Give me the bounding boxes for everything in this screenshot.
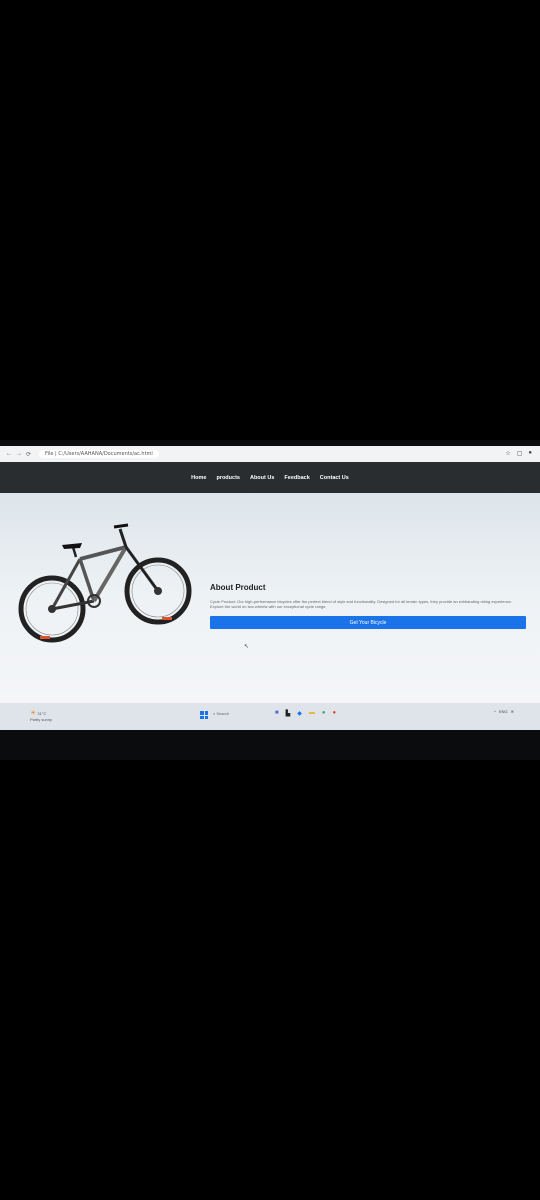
nav-products[interactable]: products <box>216 475 240 481</box>
nav-contact-us[interactable]: Contact Us <box>320 475 349 481</box>
windows-start-icon[interactable] <box>200 711 208 719</box>
weather-desc: Partly sunny <box>30 717 53 722</box>
windows-taskbar: ☀ 31°C Partly sunny ⌕ Search ■ ▙ ◆ ▬ ● ●… <box>0 703 540 730</box>
browser-icons: ☆ ▢ ● <box>505 450 532 457</box>
back-icon[interactable]: ← <box>6 451 12 458</box>
reload-icon[interactable]: ⟳ <box>26 451 31 458</box>
folder-icon[interactable]: ▬ <box>309 710 315 717</box>
tray-lang[interactable]: ENG <box>499 709 508 714</box>
sun-icon: ☀ <box>30 710 37 717</box>
get-your-bicycle-button[interactable]: Get Your Bicycle <box>210 616 526 629</box>
chrome-icon[interactable]: ● <box>333 710 337 717</box>
taskbar-apps: ■ ▙ ◆ ▬ ● ● <box>275 710 336 717</box>
vscode-icon[interactable]: ◆ <box>297 710 302 717</box>
monitor: ← → ⟳ File | C:/Users/AAHANA/Documents/a… <box>0 440 540 760</box>
mouse-cursor-icon: ↖ <box>244 644 250 650</box>
file-explorer-icon[interactable]: ▙ <box>286 710 291 717</box>
about-heading: About Product <box>210 583 266 592</box>
window-icon[interactable]: ▢ <box>517 450 523 457</box>
about-description: Cycle Product: Our high-performance bicy… <box>210 599 513 609</box>
forward-icon[interactable]: → <box>16 451 22 458</box>
nav-about-us[interactable]: About Us <box>250 475 274 481</box>
site-navbar: Home products About Us Feedback Contact … <box>0 462 540 493</box>
profile-icon[interactable]: ● <box>528 450 532 457</box>
browser-toolbar: ← → ⟳ File | C:/Users/AAHANA/Documents/a… <box>0 446 540 462</box>
hero-section: About Product Cycle Product: Our high-pe… <box>0 493 540 703</box>
tray-chevron-icon[interactable]: ^ <box>494 709 496 714</box>
browser-nav-buttons: ← → ⟳ <box>6 451 31 458</box>
chrome-icon[interactable]: ● <box>322 710 326 717</box>
nav-feedback[interactable]: Feedback <box>284 475 309 481</box>
weather-widget[interactable]: ☀ 31°C Partly sunny <box>30 709 52 722</box>
screen: ← → ⟳ File | C:/Users/AAHANA/Documents/a… <box>0 446 540 730</box>
bicycle-image <box>18 523 192 643</box>
search-label: Search <box>216 711 230 716</box>
wifi-icon[interactable]: ≋ <box>511 709 514 714</box>
system-tray: ^ ENG ≋ <box>494 709 514 714</box>
taskbar-search[interactable]: ⌕ Search <box>213 711 229 716</box>
weather-temp: 31°C <box>37 711 47 716</box>
teams-icon[interactable]: ■ <box>275 710 279 717</box>
address-bar[interactable]: File | C:/Users/AAHANA/Documents/ac.html <box>39 450 159 458</box>
bookmark-star-icon[interactable]: ☆ <box>505 450 510 457</box>
nav-home[interactable]: Home <box>191 475 206 481</box>
